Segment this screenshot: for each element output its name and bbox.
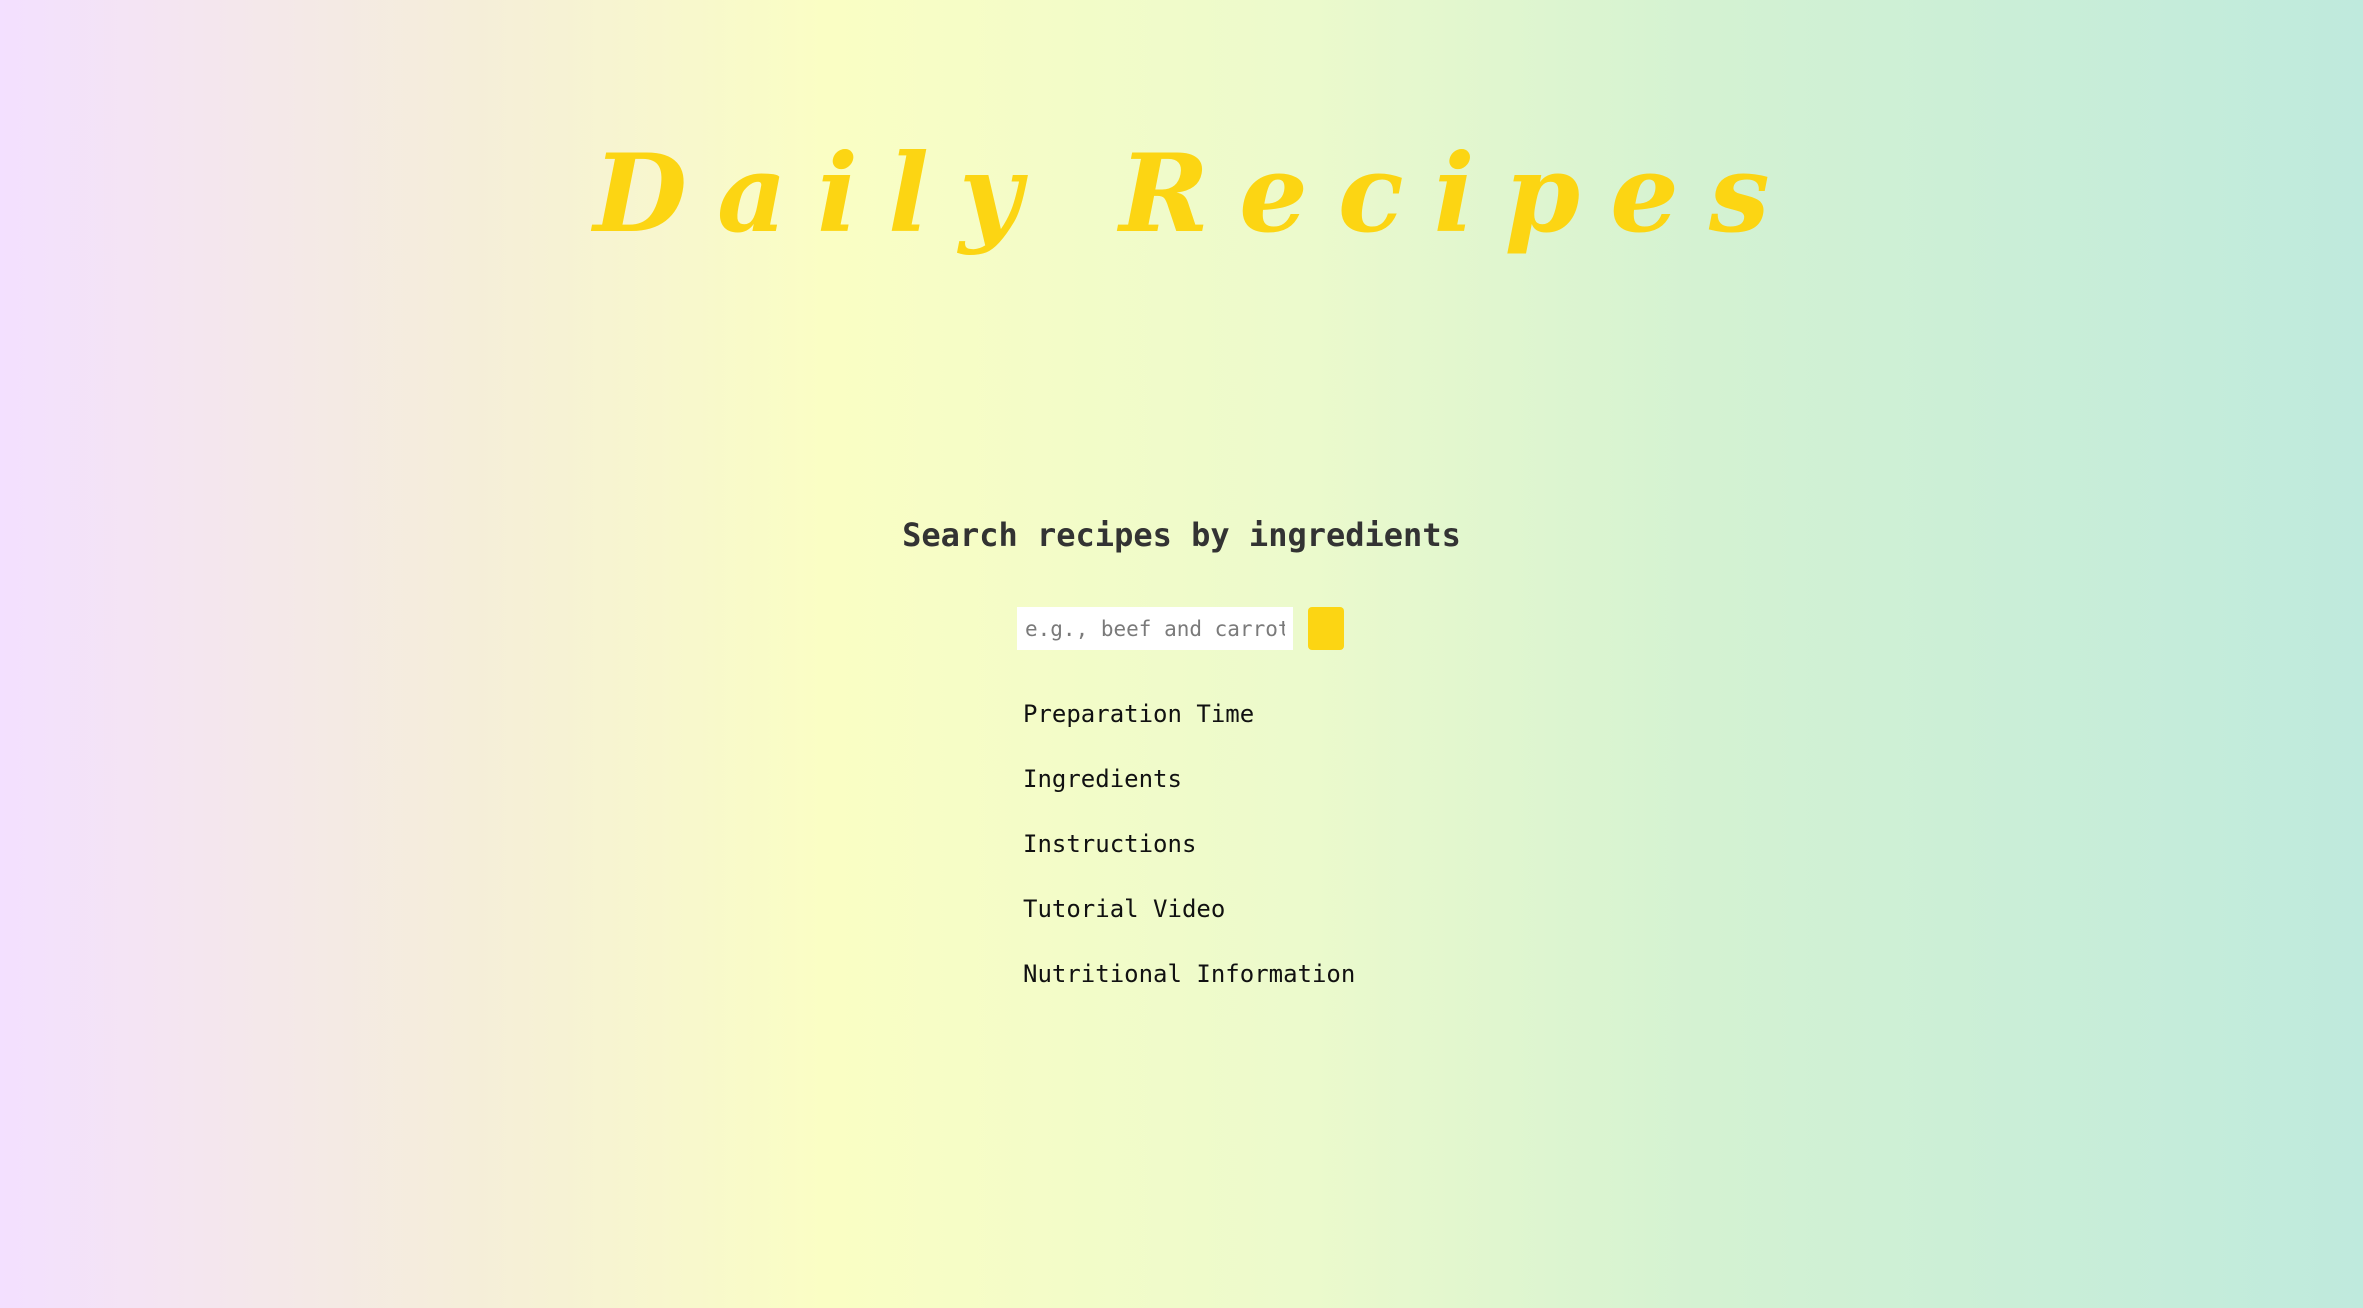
page-title: Daily Recipes bbox=[593, 131, 1800, 257]
search-heading: Search recipes by ingredients bbox=[902, 516, 1461, 554]
search-input[interactable] bbox=[1017, 607, 1293, 650]
recipe-sections-menu: Preparation Time Ingredients Instruction… bbox=[1023, 694, 1355, 1019]
menu-item-nutritional-information[interactable]: Nutritional Information bbox=[1023, 954, 1355, 1019]
menu-item-instructions[interactable]: Instructions bbox=[1023, 824, 1355, 889]
menu-item-tutorial-video[interactable]: Tutorial Video bbox=[1023, 889, 1355, 954]
menu-item-ingredients[interactable]: Ingredients bbox=[1023, 759, 1355, 824]
search-bar bbox=[1017, 607, 1344, 650]
search-button[interactable] bbox=[1308, 607, 1344, 650]
menu-item-preparation-time[interactable]: Preparation Time bbox=[1023, 694, 1355, 759]
